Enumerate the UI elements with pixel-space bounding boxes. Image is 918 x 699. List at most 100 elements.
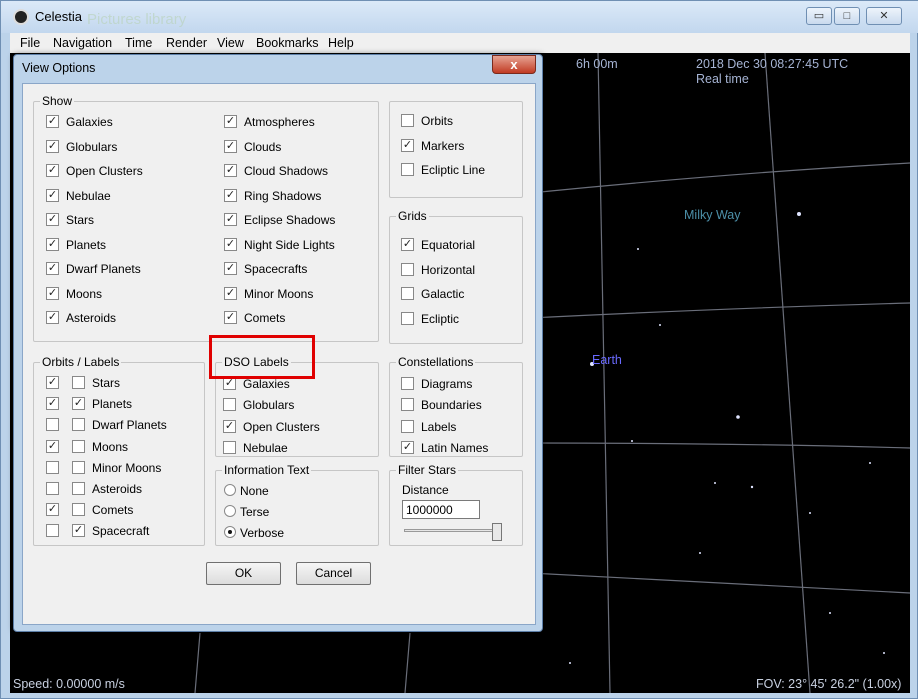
label-minor-moons: Minor Moons (92, 460, 162, 475)
orbit-checkbox-dwarf-planets[interactable] (46, 418, 59, 432)
title-bar[interactable]: Celestia Pictures library ▭ □ ✕ (1, 1, 918, 33)
label-checkbox-stars[interactable] (72, 376, 85, 389)
menu-bar: File Navigation Time Render View Bookmar… (10, 33, 910, 53)
constellations-group: Constellations Diagrams Boundaries Labels ✓… (389, 355, 523, 457)
checkbox-spacecrafts[interactable]: ✓ (224, 262, 237, 275)
radio-none[interactable] (224, 484, 236, 496)
distance-input[interactable] (402, 500, 480, 519)
label-diagrams: Diagrams (421, 377, 473, 391)
checkbox-equatorial[interactable]: ✓ (401, 238, 414, 251)
checkbox-galaxies[interactable]: ✓ (46, 115, 59, 128)
label-latin-names: Latin Names (421, 440, 489, 455)
ra-grid-label: 6h 00m (576, 57, 618, 71)
maximize-button[interactable]: □ (834, 7, 860, 25)
distance-slider-thumb[interactable] (492, 523, 503, 541)
checkbox-planets[interactable]: ✓ (46, 237, 59, 251)
dialog-close-button[interactable]: x (492, 55, 536, 74)
checkbox-orbits[interactable] (401, 114, 414, 127)
label-atmospheres: Atmospheres (244, 115, 315, 129)
checkbox-moons[interactable]: ✓ (46, 286, 59, 300)
label-globulars: Globulars (66, 139, 118, 154)
label-checkbox-comets[interactable] (72, 503, 85, 517)
label-checkbox-planets[interactable]: ✓ (72, 397, 85, 411)
label-moons: Moons (66, 286, 103, 301)
fov-readout: FOV: 23° 45' 26.2" (1.00x) (756, 677, 902, 691)
checkbox-clouds[interactable]: ✓ (224, 139, 237, 153)
checkbox-markers[interactable]: ✓ (401, 138, 414, 152)
label-nebulae: Nebulae (243, 440, 288, 455)
checkbox-ring-shadows[interactable]: ✓ (224, 188, 237, 202)
label-terse: Terse (240, 505, 270, 519)
checkbox-nebulae[interactable] (223, 440, 236, 454)
label-checkbox-minor-moons[interactable] (72, 460, 85, 474)
checkbox-diagrams[interactable] (401, 377, 414, 390)
label-dwarf-planets: Dwarf Planets (92, 418, 167, 433)
label-spacecrafts: Spacecrafts (244, 262, 308, 276)
label-checkbox-spacecraft[interactable]: ✓ (72, 524, 85, 538)
orbit-checkbox-asteroids[interactable] (46, 482, 59, 495)
menu-view[interactable]: View (217, 36, 244, 50)
earth-label[interactable]: Earth (592, 353, 622, 367)
distance-slider-track[interactable] (404, 529, 500, 532)
label-stars: Stars (66, 213, 95, 227)
menu-navigation[interactable]: Navigation (53, 36, 112, 50)
checkbox-horizontal[interactable] (401, 262, 414, 276)
checkbox-open-clusters[interactable]: ✓ (46, 164, 59, 177)
stars (569, 212, 885, 664)
label-checkbox-asteroids[interactable] (72, 482, 85, 495)
time-mode: Real time (696, 72, 749, 86)
cancel-button[interactable]: Cancel (296, 562, 371, 585)
label-cloud-shadows: Cloud Shadows (244, 164, 329, 178)
checkbox-atmospheres[interactable]: ✓ (224, 115, 237, 128)
label-checkbox-dwarf-planets[interactable] (72, 418, 85, 432)
orbit-checkbox-planets[interactable]: ✓ (46, 397, 59, 411)
checkbox-ecliptic[interactable] (401, 311, 414, 325)
label-verbose: Verbose (240, 526, 285, 540)
label-clouds: Clouds (244, 139, 282, 154)
misc-group: Orbits ✓ Markers Ecliptic Line (389, 101, 523, 198)
menu-time[interactable]: Time (125, 36, 152, 50)
close-window-button[interactable]: ✕ (866, 7, 902, 25)
checkbox-galactic[interactable] (401, 287, 414, 300)
radio-terse[interactable] (224, 505, 236, 517)
checkbox-latin-names[interactable]: ✓ (401, 440, 414, 454)
orbit-checkbox-comets[interactable]: ✓ (46, 503, 59, 517)
checkbox-open-clusters[interactable]: ✓ (223, 419, 236, 433)
checkbox-labels[interactable] (401, 419, 414, 433)
checkbox-asteroids[interactable]: ✓ (46, 311, 59, 324)
maximize-icon: □ (843, 10, 851, 22)
checkbox-stars[interactable]: ✓ (46, 213, 59, 226)
distance-label: Distance (402, 483, 449, 497)
label-orbits: Orbits (421, 114, 454, 128)
menu-bookmarks[interactable]: Bookmarks (256, 36, 319, 50)
label-nebulae: Nebulae (66, 188, 111, 203)
checkbox-cloud-shadows[interactable]: ✓ (224, 164, 237, 177)
label-horizontal: Horizontal (421, 262, 476, 277)
checkbox-night-side-lights[interactable]: ✓ (224, 237, 237, 251)
menu-file[interactable]: File (20, 36, 40, 50)
menu-help[interactable]: Help (328, 36, 354, 50)
checkbox-boundaries[interactable] (401, 398, 414, 412)
close-icon: ✕ (879, 10, 889, 22)
checkbox-globulars[interactable]: ✓ (46, 139, 59, 153)
grids-group-title: Grids (396, 209, 429, 223)
orbit-checkbox-minor-moons[interactable] (46, 460, 59, 474)
label-asteroids: Asteroids (92, 482, 143, 496)
radio-verbose[interactable] (224, 526, 236, 538)
background-window-title: Pictures library (87, 11, 187, 28)
minimize-button[interactable]: ▭ (806, 7, 832, 25)
orbit-checkbox-moons[interactable]: ✓ (46, 439, 59, 453)
label-ecliptic: Ecliptic (421, 311, 460, 326)
checkbox-nebulae[interactable]: ✓ (46, 188, 59, 202)
checkbox-globulars[interactable] (223, 398, 236, 412)
checkbox-eclipse-shadows[interactable]: ✓ (224, 213, 237, 226)
checkbox-dwarf-planets[interactable]: ✓ (46, 262, 59, 275)
orbit-checkbox-spacecraft[interactable] (46, 524, 59, 538)
checkbox-ecliptic-line[interactable] (401, 163, 414, 176)
checkbox-minor-moons[interactable]: ✓ (224, 286, 237, 300)
checkbox-comets[interactable]: ✓ (224, 311, 237, 324)
menu-render[interactable]: Render (166, 36, 207, 50)
label-checkbox-moons[interactable] (72, 439, 85, 453)
orbit-checkbox-stars[interactable]: ✓ (46, 376, 59, 389)
ok-button[interactable]: OK (206, 562, 281, 585)
